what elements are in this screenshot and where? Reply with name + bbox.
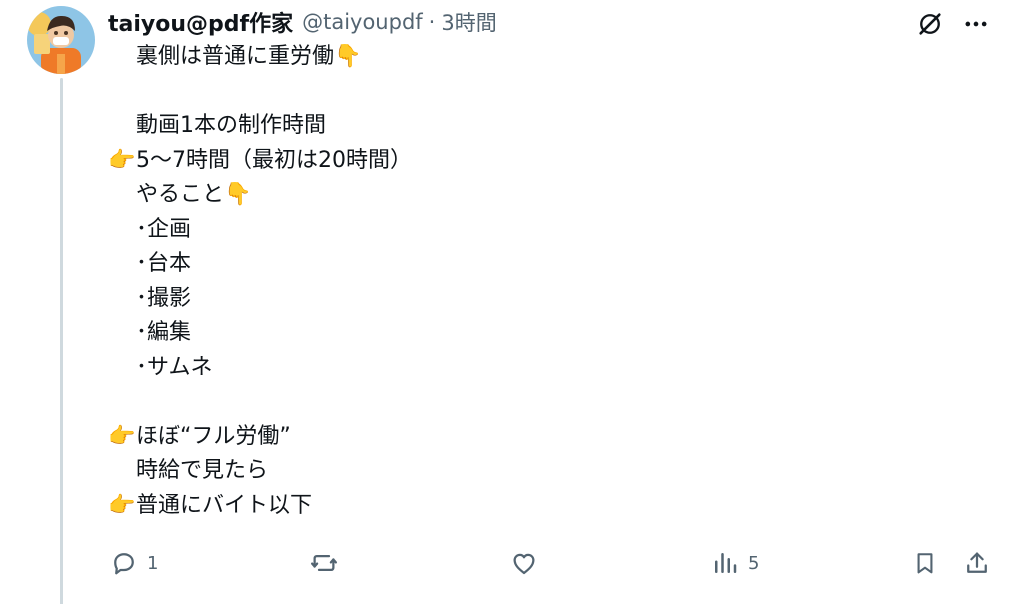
bookmark-button[interactable] (911, 543, 939, 583)
tweet-line-text: 裏側は普通に重労働 (136, 44, 335, 69)
tweet-line: 👉普通にバイト以下 (108, 489, 988, 524)
tweet-line: 👉ほぼ“フル労働” (108, 420, 988, 455)
tweet-header: taiyou@pdf作家 @taiyoupdf · 3時間 (108, 6, 497, 38)
grok-slash-icon[interactable] (912, 6, 948, 42)
views-button[interactable]: 5 (710, 543, 759, 583)
tweet-line-text: 時給で見たら (136, 458, 269, 483)
views-bar-icon (715, 553, 737, 573)
views-count: 5 (748, 552, 760, 574)
tweet-line-text: ･編集 (136, 320, 192, 345)
pointing-emoji-icon: 👉 (108, 147, 136, 173)
more-dots-icon-svg (965, 21, 987, 27)
point-down-emoji-icon: 👇 (224, 182, 252, 207)
tweet-line: やること👇 (108, 178, 988, 213)
share-icon (967, 552, 987, 573)
tweet-line-text: 普通にバイト以下 (136, 492, 313, 518)
tweet-timestamp[interactable]: 3時間 (441, 7, 496, 37)
tweet-line (108, 75, 988, 110)
heart-icon (513, 553, 535, 575)
tweet-line: 時給で見たら (108, 454, 988, 489)
tweet-line: ･撮影 (108, 282, 988, 317)
tweet-line-text: ･サムネ (136, 354, 213, 380)
like-button[interactable] (509, 543, 547, 583)
thread-line (60, 78, 63, 604)
tweet-line-text: ･台本 (136, 251, 192, 276)
repost-button[interactable] (308, 543, 348, 583)
tweet-actions: 1 5 (0, 543, 1024, 583)
reply-button[interactable]: 1 (109, 543, 158, 583)
tweet-line: ･台本 (108, 247, 988, 282)
more-dots-icon[interactable] (958, 6, 994, 42)
tweet-text: 裏側は普通に重労働👇 動画1本の制作時間 👉5〜7時間（最初は20時間） やるこ… (108, 40, 988, 523)
repost-icon (311, 555, 337, 571)
point-down-emoji-icon: 👇 (334, 44, 362, 69)
tweet-line-text: ･撮影 (136, 285, 192, 311)
reply-icon (114, 553, 134, 575)
reply-count: 1 (147, 552, 159, 574)
share-button[interactable] (962, 543, 992, 583)
tweet-line: ･企画 (108, 213, 988, 248)
author-display-name[interactable]: taiyou@pdf作家 (108, 6, 293, 38)
tweet-line-text: 動画1本の制作時間 (136, 113, 326, 138)
tweet-line-text: ･企画 (136, 216, 192, 242)
author-handle[interactable]: @taiyoupdf (302, 10, 423, 34)
tweet-line-text: ほぼ“フル労働” (136, 423, 291, 449)
tweet-line: ･編集 (108, 316, 988, 351)
header-separator: · (428, 10, 436, 34)
tweet-line: 裏側は普通に重労働👇 (108, 40, 988, 75)
tweet-line: 👉5〜7時間（最初は20時間） (108, 144, 988, 179)
tweet-line (108, 385, 988, 420)
grok-slash-icon-svg (919, 13, 941, 35)
tweet-line: ･サムネ (108, 351, 988, 386)
avatar-illustration (27, 6, 95, 74)
tweet-line: 動画1本の制作時間 (108, 109, 988, 144)
tweet-line-text: 5〜7時間（最初は20時間） (136, 147, 412, 173)
pointing-emoji-icon: 👉 (108, 423, 136, 449)
avatar[interactable] (27, 6, 95, 74)
bookmark-icon (917, 553, 933, 574)
tweet-line-text: やること (136, 182, 225, 207)
pointing-emoji-icon: 👉 (108, 492, 136, 518)
